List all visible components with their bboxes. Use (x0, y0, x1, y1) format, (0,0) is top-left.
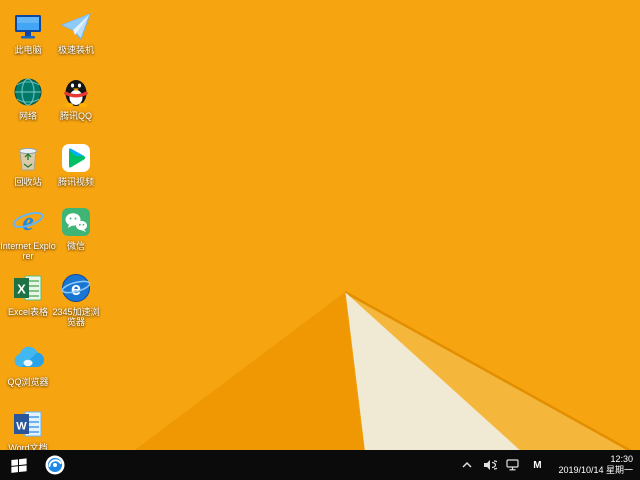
desktop[interactable]: 此电脑 极速装机 网络 腾讯QQ 回收站 腾讯视频 e Internet Exp… (0, 0, 640, 453)
taskbar-clock[interactable]: 12:30 2019/10/14 星期一 (554, 454, 633, 477)
speaker-icon (484, 460, 498, 470)
svg-text:W: W (16, 421, 27, 433)
desktop-item-2345-browser[interactable]: e 2345加速浏览器 (48, 272, 104, 328)
desktop-item-wechat[interactable]: 微信 (48, 206, 104, 251)
recycle-bin-icon (19, 147, 37, 171)
desktop-item-label: 极速装机 (57, 45, 94, 55)
excel-icon: X (14, 275, 42, 301)
desktop-item-installer[interactable]: 极速装机 (48, 10, 104, 55)
paper-plane-icon (60, 13, 91, 40)
desktop-item-label: QQ浏览器 (7, 377, 49, 387)
wechat-icon (62, 208, 90, 236)
show-hidden-icons-button[interactable] (460, 458, 474, 472)
desktop-item-label: 回收站 (14, 177, 42, 187)
desktop-item-word[interactable]: W Word文档 (0, 408, 56, 453)
desktop-item-label: Excel表格 (7, 307, 48, 317)
desktop-item-label: 此电脑 (14, 45, 42, 55)
desktop-item-label: 网络 (18, 111, 37, 121)
browser-2345-icon: e (61, 274, 91, 302)
this-pc-icon (15, 15, 41, 39)
volume-button[interactable] (483, 458, 498, 472)
input-method-indicator[interactable]: M (529, 457, 545, 473)
windows-logo-icon (11, 458, 27, 473)
tencent-video-icon (62, 144, 90, 172)
desktop-item-qq[interactable]: 腾讯QQ (48, 76, 104, 121)
chevron-up-icon (462, 461, 472, 468)
qq-penguin-icon (64, 80, 88, 107)
network-status-icon (506, 459, 520, 471)
desktop-item-label: 腾讯QQ (59, 111, 92, 121)
network-button[interactable] (506, 458, 520, 472)
desktop-item-label: 2345加速浏览器 (52, 307, 100, 328)
start-button[interactable] (0, 450, 38, 480)
taskbar-pinned-browser[interactable] (38, 450, 72, 480)
svg-text:X: X (17, 282, 26, 297)
clock-date: 2019/10/14 星期一 (558, 465, 633, 475)
desktop-item-label: 微信 (66, 241, 85, 251)
desktop-item-tencent-video[interactable]: 腾讯视频 (48, 142, 104, 187)
clock-time: 12:30 (610, 453, 633, 464)
taskbar[interactable]: M 12:30 2019/10/14 星期一 (0, 450, 640, 480)
pinned-browser-icon (45, 455, 65, 475)
desktop-item-label: 腾讯视频 (57, 177, 94, 187)
qq-cloud-icon (14, 346, 44, 368)
screen: { "wallpaper": { "base_color": "#f7a411"… (0, 0, 640, 480)
desktop-item-qq-browser[interactable]: QQ浏览器 (0, 342, 56, 387)
network-globe-icon (14, 78, 42, 106)
system-tray: M 12:30 2019/10/14 星期一 (460, 450, 640, 480)
internet-explorer-icon: e (12, 207, 44, 236)
word-icon: W (14, 411, 42, 437)
svg-text:e: e (22, 207, 34, 236)
